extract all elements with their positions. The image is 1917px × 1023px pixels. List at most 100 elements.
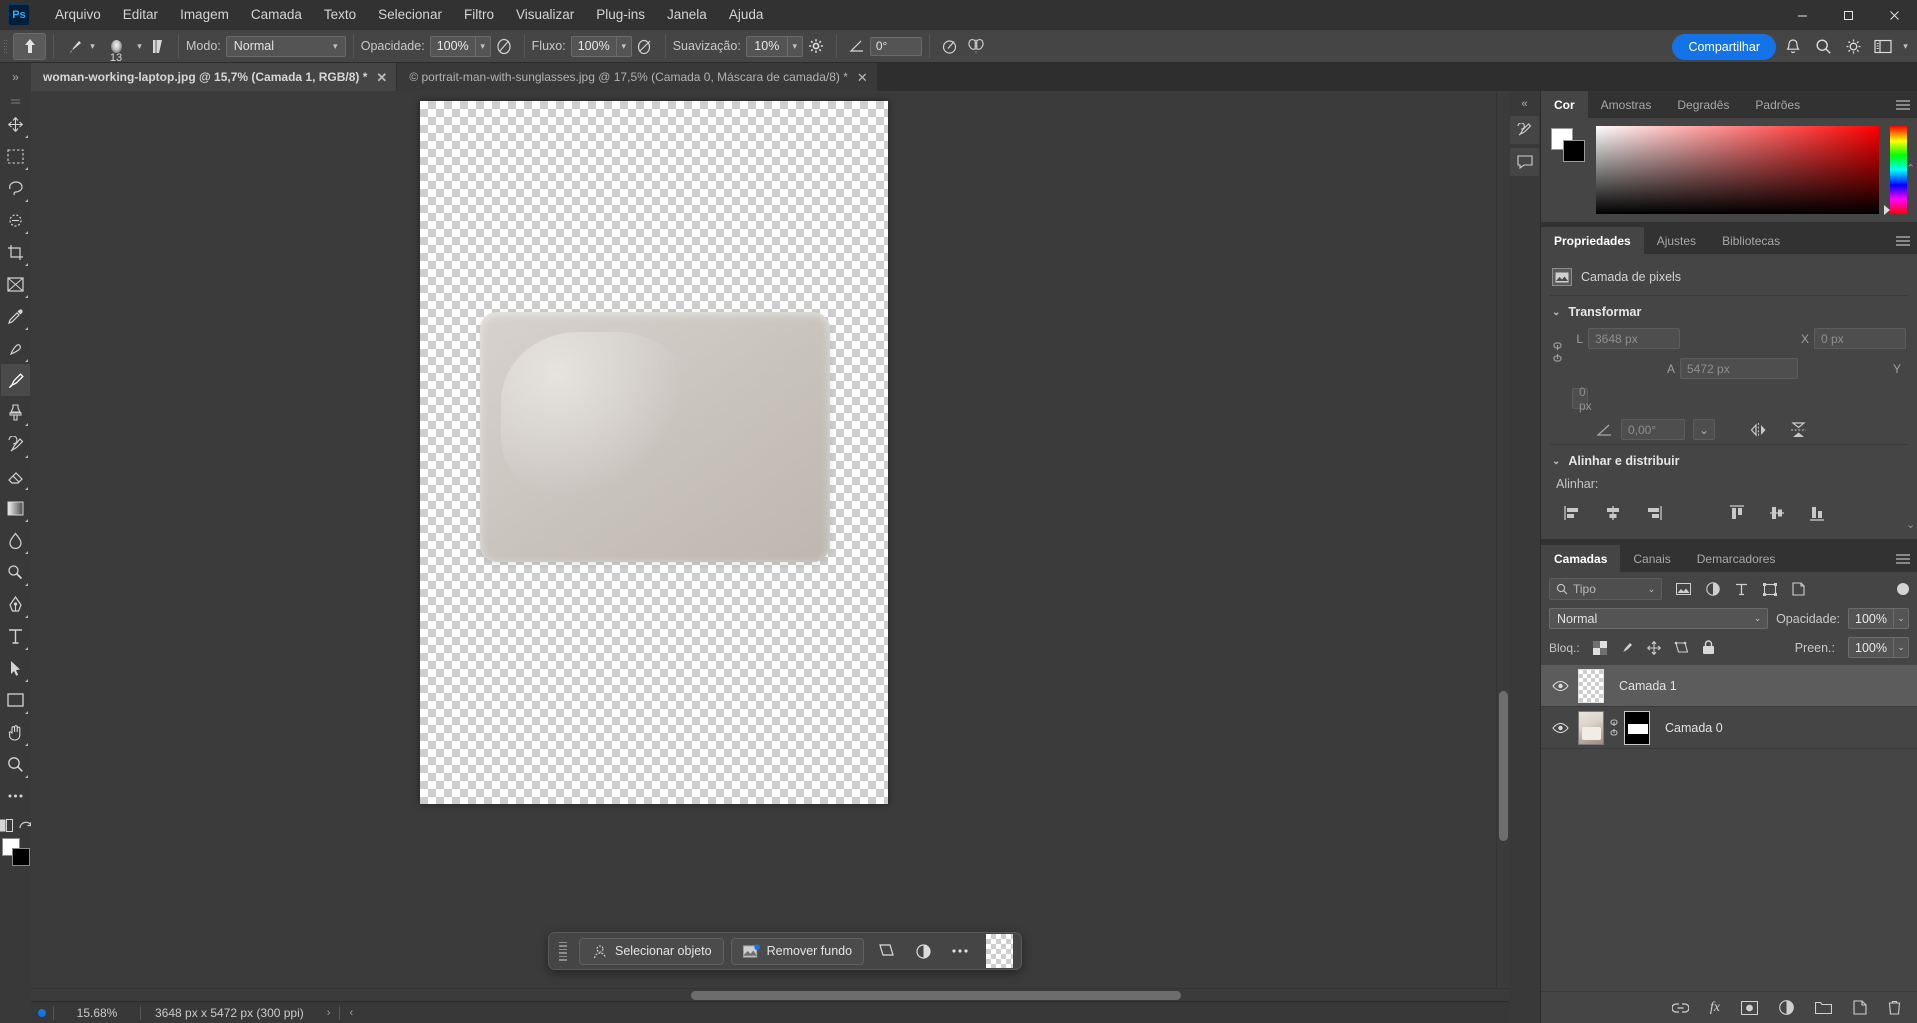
left-dock-expand-icon[interactable]: » xyxy=(0,63,31,91)
canvas-vertical-scrollbar[interactable] xyxy=(1496,91,1509,988)
layers-panel-menu-icon[interactable] xyxy=(1896,545,1910,572)
layer-name[interactable]: Camada 0 xyxy=(1665,721,1723,735)
menu-imagem[interactable]: Imagem xyxy=(169,0,240,30)
link-width-height-icon[interactable] xyxy=(1552,342,1563,362)
scroll-up-icon[interactable]: ⌃ xyxy=(1906,162,1915,175)
maximize-icon[interactable] xyxy=(1825,0,1871,30)
menu-editar[interactable]: Editar xyxy=(112,0,169,30)
new-group-icon[interactable] xyxy=(1815,1001,1832,1015)
scrollbar-thumb[interactable] xyxy=(691,991,1181,1000)
blur-tool[interactable] xyxy=(1,524,30,556)
move-tool[interactable] xyxy=(1,108,30,140)
workspace-chevron-icon[interactable]: ▾ xyxy=(1900,41,1911,52)
properties-scroll-arrows[interactable]: ⌃ ⌄ xyxy=(1906,163,1915,539)
align-right-icon[interactable] xyxy=(1644,505,1662,521)
adjustment-icon[interactable] xyxy=(908,938,938,965)
crop-tool[interactable] xyxy=(1,236,30,268)
more-tools-icon[interactable] xyxy=(1,780,30,812)
history-panel-icon[interactable] xyxy=(1510,116,1539,144)
brush-angle-input[interactable]: 0° xyxy=(869,36,922,56)
menu-arquivo[interactable]: Arquivo xyxy=(44,0,112,30)
canvas-horizontal-scrollbar[interactable] xyxy=(31,988,1509,1001)
menu-janela[interactable]: Janela xyxy=(656,0,718,30)
flow-stepper[interactable]: 100% ▾ xyxy=(570,35,632,57)
context-bar-grip[interactable] xyxy=(554,941,572,961)
layer-visibility-icon[interactable] xyxy=(1547,722,1573,734)
more-options-icon[interactable] xyxy=(945,938,975,965)
brush-preset-chevron-icon[interactable]: ▾ xyxy=(87,41,98,52)
tab-amostras[interactable]: Amostras xyxy=(1587,91,1665,118)
filter-adjustment-icon[interactable] xyxy=(1706,582,1720,596)
frame-tool[interactable] xyxy=(1,268,30,300)
hue-slider[interactable] xyxy=(1884,126,1907,215)
current-tool-icon[interactable] xyxy=(13,32,46,60)
x-input[interactable]: 0 px xyxy=(1814,328,1906,349)
select-subject-button[interactable]: Selecionar objeto xyxy=(579,937,724,965)
align-vertical-center-icon[interactable] xyxy=(1768,505,1786,521)
scroll-down-icon[interactable]: ⌄ xyxy=(1906,518,1915,531)
menu-texto[interactable]: Texto xyxy=(313,0,367,30)
layer-thumbnail[interactable] xyxy=(1578,710,1604,745)
foreground-background-swatches[interactable] xyxy=(1,838,30,866)
search-icon[interactable] xyxy=(1810,34,1836,60)
layer-name[interactable]: Camada 1 xyxy=(1619,679,1677,693)
align-top-icon[interactable] xyxy=(1728,505,1746,521)
brush-tool[interactable] xyxy=(1,364,30,396)
brush-size-chevron-icon[interactable]: ▾ xyxy=(134,41,145,52)
spot-healing-brush-tool[interactable] xyxy=(1,332,30,364)
angle-input[interactable]: 0,00° xyxy=(1621,419,1685,440)
align-horizontal-center-icon[interactable] xyxy=(1604,505,1622,521)
eyedropper-tool[interactable] xyxy=(1,300,30,332)
lock-image-pixels-icon[interactable] xyxy=(1620,641,1634,655)
tab-padroes[interactable]: Padrões xyxy=(1742,91,1814,118)
flip-horizontal-icon[interactable] xyxy=(1749,422,1768,438)
tab-bibliotecas[interactable]: Bibliotecas xyxy=(1709,227,1794,254)
mask-link-icon[interactable] xyxy=(1609,719,1619,736)
filter-toggle-switch[interactable] xyxy=(1897,583,1909,595)
lock-transparency-icon[interactable] xyxy=(1592,640,1607,655)
path-selection-tool[interactable] xyxy=(1,652,30,684)
layer-opacity-stepper[interactable]: 100% ⌄ xyxy=(1848,608,1909,629)
tab-demarcadores[interactable]: Demarcadores xyxy=(1683,545,1789,572)
status-expand-arrow-icon[interactable]: › xyxy=(318,1007,340,1019)
color-spectrum-field[interactable] xyxy=(1596,126,1879,214)
eraser-tool[interactable] xyxy=(1,460,30,492)
layer-mask-thumbnail[interactable] xyxy=(1624,710,1650,745)
clone-stamp-tool[interactable] xyxy=(1,396,30,428)
close-icon[interactable]: ✕ xyxy=(857,71,868,84)
zoom-level[interactable]: 15.68% xyxy=(54,1006,140,1020)
properties-panel-menu-icon[interactable] xyxy=(1896,227,1910,254)
lock-position-icon[interactable] xyxy=(1646,640,1661,655)
menu-visualizar[interactable]: Visualizar xyxy=(505,0,585,30)
lasso-tool[interactable] xyxy=(1,172,30,204)
notifications-bell-icon[interactable] xyxy=(1780,34,1806,60)
height-input[interactable]: 5472 px xyxy=(1680,358,1798,379)
tab-cor[interactable]: Cor xyxy=(1541,91,1588,118)
close-icon[interactable] xyxy=(1871,0,1917,30)
rectangle-tool[interactable] xyxy=(1,684,30,716)
close-icon[interactable]: ✕ xyxy=(376,71,387,84)
brush-tip-preview[interactable]: 13 xyxy=(98,31,134,64)
quick-mask-icon[interactable] xyxy=(0,819,14,832)
options-bar-grip[interactable] xyxy=(0,30,9,63)
brush-preset-icon[interactable] xyxy=(61,33,87,59)
history-brush-tool[interactable] xyxy=(1,428,30,460)
align-left-icon[interactable] xyxy=(1564,505,1582,521)
remove-background-button[interactable]: Remover fundo xyxy=(730,937,865,965)
document-canvas[interactable] xyxy=(420,101,888,804)
tab-degrades[interactable]: Degradês xyxy=(1664,91,1743,118)
toolbar-grip[interactable] xyxy=(1,95,30,108)
scrollbar-thumb[interactable] xyxy=(1499,691,1508,841)
tab-ajustes[interactable]: Ajustes xyxy=(1643,227,1710,254)
tab-canais[interactable]: Canais xyxy=(1620,545,1684,572)
lock-artboard-nesting-icon[interactable] xyxy=(1674,641,1689,655)
flip-vertical-icon[interactable] xyxy=(1790,421,1807,438)
workspace-switcher-icon[interactable] xyxy=(1870,34,1896,60)
menu-camada[interactable]: Camada xyxy=(240,0,313,30)
filter-shape-icon[interactable] xyxy=(1763,582,1777,596)
transform-icon[interactable] xyxy=(871,938,901,965)
tab-camadas[interactable]: Camadas xyxy=(1541,545,1621,572)
symmetry-butterfly-icon[interactable] xyxy=(963,33,989,59)
comments-panel-icon[interactable] xyxy=(1510,148,1539,176)
pressure-opacity-icon[interactable] xyxy=(491,33,517,59)
